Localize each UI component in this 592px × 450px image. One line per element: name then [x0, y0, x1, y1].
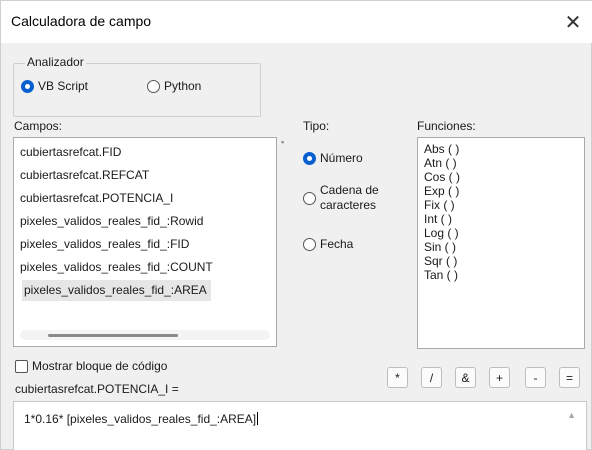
type-number-radio[interactable]: Número [303, 151, 363, 165]
function-item[interactable]: Abs ( ) [424, 143, 459, 156]
type-string-label-line2: caracteres [320, 198, 377, 212]
radio-unchecked-icon [303, 237, 316, 251]
parser-vbscript-radio[interactable]: VB Script [21, 79, 88, 93]
fields-horizontal-scrollbar[interactable] [20, 330, 270, 340]
parser-vbscript-label: VB Script [38, 79, 89, 93]
operator-divide-button[interactable]: / [421, 367, 442, 388]
type-string-label-line1: Cadena de [320, 183, 379, 197]
type-date-label: Fecha [320, 237, 354, 251]
operator-label: & [461, 370, 470, 385]
function-item[interactable]: Sin ( ) [424, 241, 456, 254]
function-item[interactable]: Exp ( ) [424, 185, 459, 198]
operator-plus-button[interactable]: + [489, 367, 510, 388]
field-item[interactable]: pixeles_validos_reales_fid_:FID [20, 237, 189, 251]
scroll-up-icon[interactable]: ▲ [567, 410, 576, 420]
field-item[interactable]: pixeles_validos_reales_fid_:Rowid [20, 214, 203, 228]
field-item[interactable]: pixeles_validos_reales_fid_:COUNT [20, 260, 213, 274]
function-item[interactable]: Fix ( ) [424, 199, 455, 212]
field-item[interactable]: cubiertasrefcat.FID [20, 145, 121, 159]
type-string-radio[interactable]: Cadena de caracteres [303, 183, 379, 213]
operator-label: * [395, 370, 400, 385]
operator-minus-button[interactable]: - [525, 367, 546, 388]
operator-label: / [429, 370, 434, 385]
field-calculator-window: Calculadora de campo ✕ Analizador VB Scr… [0, 0, 592, 450]
parser-python-label: Python [164, 79, 202, 93]
type-date-radio[interactable]: Fecha [303, 237, 353, 251]
operator-concat-button[interactable]: & [455, 367, 476, 388]
type-label: Tipo: [303, 119, 330, 133]
title-bar: Calculadora de campo ✕ [1, 1, 592, 43]
expression-text: 1*0.16* [pixeles_validos_reales_fid_:ARE… [24, 412, 259, 426]
functions-label: Funciones: [417, 119, 476, 133]
functions-listbox[interactable]: Abs ( ) Atn ( ) Cos ( ) Exp ( ) Fix ( ) … [417, 137, 585, 349]
operator-multiply-button[interactable]: * [387, 367, 408, 388]
operator-label: = [565, 370, 573, 385]
field-item[interactable]: cubiertasrefcat.POTENCIA_I [20, 191, 173, 205]
function-item[interactable]: Atn ( ) [424, 157, 457, 170]
close-button[interactable]: ✕ [553, 1, 592, 43]
function-item[interactable]: Cos ( ) [424, 171, 460, 184]
function-item[interactable]: Int ( ) [424, 213, 452, 226]
expression-value: 1*0.16* [pixeles_validos_reales_fid_:ARE… [24, 412, 257, 426]
show-code-block-label: Mostrar bloque de código [32, 359, 168, 373]
scroll-right-icon[interactable]: ▪ [281, 137, 284, 147]
field-item-selected[interactable]: pixeles_validos_reales_fid_:AREA [22, 280, 211, 301]
radio-checked-icon [303, 151, 316, 165]
expression-target-label: cubiertasrefcat.POTENCIA_I = [15, 382, 179, 396]
function-item[interactable]: Log ( ) [424, 227, 459, 240]
close-icon: ✕ [564, 11, 582, 34]
window-title: Calculadora de campo [11, 13, 152, 29]
operator-label: - [533, 370, 538, 385]
fields-label: Campos: [14, 119, 63, 133]
text-caret [257, 412, 259, 425]
type-number-label: Número [320, 151, 363, 165]
scrollbar-thumb[interactable] [48, 334, 178, 337]
type-string-label: Cadena de caracteres [320, 183, 379, 213]
radio-checked-icon [21, 79, 34, 93]
checkbox-unchecked-icon [15, 359, 28, 373]
operator-label: + [495, 370, 503, 385]
radio-unchecked-icon [303, 191, 316, 205]
radio-unchecked-icon [147, 79, 160, 93]
function-item[interactable]: Sqr ( ) [424, 255, 457, 268]
function-item[interactable]: Tan ( ) [424, 269, 458, 282]
field-item[interactable]: cubiertasrefcat.REFCAT [20, 168, 149, 182]
show-code-block-checkbox[interactable]: Mostrar bloque de código [15, 359, 167, 373]
parser-python-radio[interactable]: Python [147, 79, 201, 93]
operator-equals-button[interactable]: = [559, 367, 580, 388]
expression-textbox[interactable]: 1*0.16* [pixeles_validos_reales_fid_:ARE… [13, 401, 587, 450]
parser-group-label: Analizador [25, 55, 86, 69]
fields-listbox[interactable]: cubiertasrefcat.FID cubiertasrefcat.REFC… [13, 137, 277, 347]
